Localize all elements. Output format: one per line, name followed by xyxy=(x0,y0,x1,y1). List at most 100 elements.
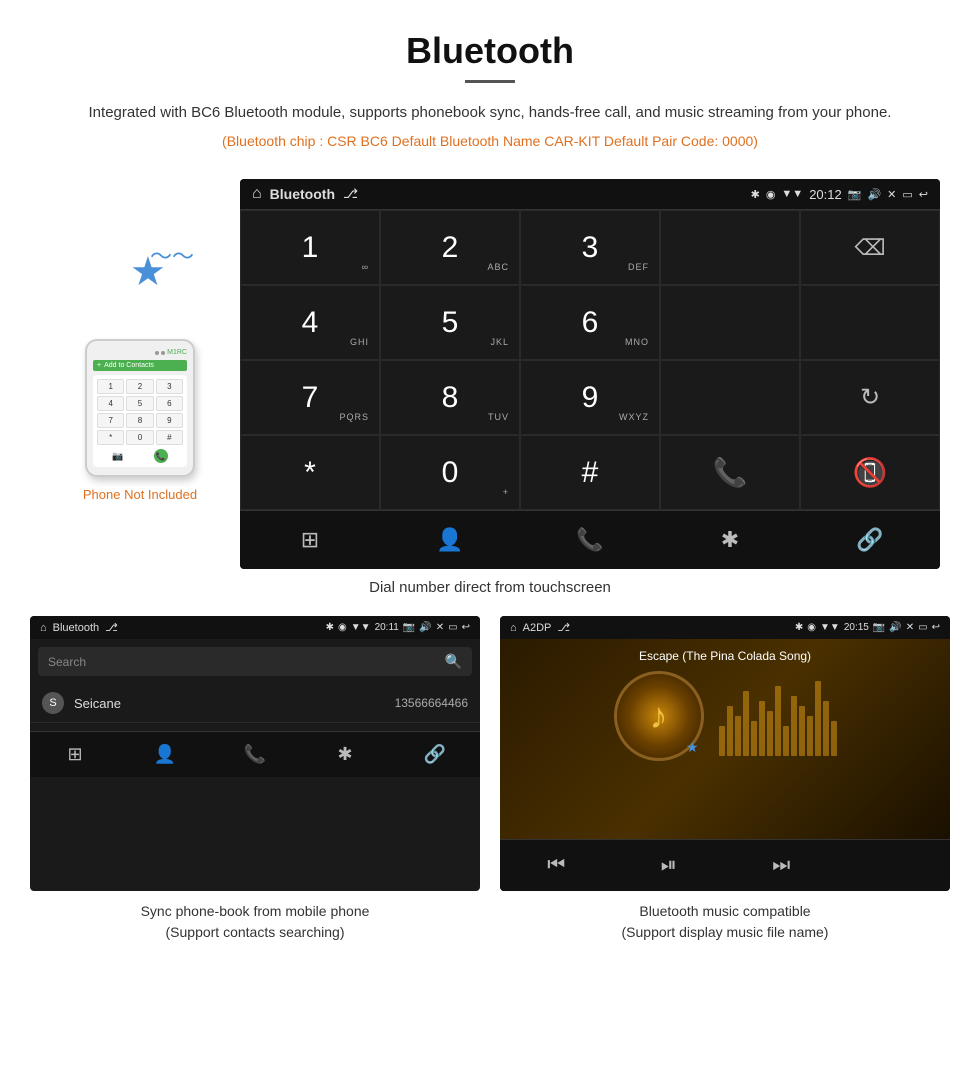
hu-close-icon[interactable]: ✕ xyxy=(887,188,896,201)
eq-bar xyxy=(807,716,813,756)
phone-key-5: 5 xyxy=(126,396,153,411)
hu-status-bar: ⌂ Bluetooth ⎇ ✱ ◉ ▼▼ 20:12 📷 🔊 ✕ ▭ ↩ xyxy=(240,179,940,209)
hu-status-left: ⌂ Bluetooth ⎇ xyxy=(252,185,358,203)
bottom-panels: ⌂ Bluetooth ⎇ ✱ ◉ ▼▼ 20:11 📷 🔊 ✕ ▭ ↩ Sea… xyxy=(0,616,980,891)
music-eq-bars xyxy=(719,676,837,756)
music-signal-icon: ▼▼ xyxy=(820,622,840,633)
pb-title: Bluetooth xyxy=(53,622,99,634)
pb-win-icon[interactable]: ▭ xyxy=(448,622,457,633)
hu-bottom-bar: ⊞ 👤 📞 ✱ 🔗 xyxy=(240,510,940,569)
eq-bar xyxy=(831,721,837,756)
dial-empty-2 xyxy=(660,285,800,360)
music-close-icon[interactable]: ✕ xyxy=(906,622,914,633)
phone-key-2: 2 xyxy=(126,379,153,394)
pb-bt-bottom-icon[interactable]: ✱ xyxy=(300,732,390,777)
phone-dot xyxy=(155,351,159,355)
dial-num: 4 xyxy=(302,306,319,340)
eq-bar xyxy=(799,706,805,756)
pb-link-icon[interactable]: 🔗 xyxy=(390,732,480,777)
dial-key-8[interactable]: 8 TUV xyxy=(380,360,520,435)
pb-status-bar: ⌂ Bluetooth ⎇ ✱ ◉ ▼▼ 20:11 📷 🔊 ✕ ▭ ↩ xyxy=(30,616,480,639)
phone-key-6: 6 xyxy=(156,396,183,411)
dial-call-key[interactable]: 📞 xyxy=(660,435,800,510)
pb-search-bar[interactable]: Search 🔍 xyxy=(38,647,472,676)
dial-delete-key[interactable]: ⌫ xyxy=(800,210,940,285)
dial-num: 2 xyxy=(442,231,459,265)
dial-num: 0 xyxy=(442,456,459,490)
hu-bt-icon: ✱ xyxy=(751,188,760,201)
dial-end-key[interactable]: 📵 xyxy=(800,435,940,510)
hu-window-icon[interactable]: ▭ xyxy=(902,188,912,201)
main-section: 〜〜 ★ M1RC + Add to Contacts 1 2 3 4 5 xyxy=(0,179,980,569)
hu-contacts-icon[interactable]: 👤 xyxy=(380,511,520,569)
dial-key-1[interactable]: 1 ∞ xyxy=(240,210,380,285)
phone-top-bar: M1RC xyxy=(93,349,187,356)
eq-bar xyxy=(719,726,725,756)
eq-bar xyxy=(791,696,797,756)
hu-bluetooth-icon[interactable]: ✱ xyxy=(660,511,800,569)
phone-key-9: 9 xyxy=(156,413,183,428)
phonebook-panel: ⌂ Bluetooth ⎇ ✱ ◉ ▼▼ 20:11 📷 🔊 ✕ ▭ ↩ Sea… xyxy=(30,616,480,891)
phone-bottom-row: 📷 📞 xyxy=(97,449,183,463)
dial-empty-1 xyxy=(660,210,800,285)
dial-key-star[interactable]: * xyxy=(240,435,380,510)
dial-key-5[interactable]: 5 JKL xyxy=(380,285,520,360)
dial-sub: ∞ xyxy=(362,262,369,272)
title-underline xyxy=(465,80,515,83)
eq-bar xyxy=(759,701,765,756)
phone-key-8: 8 xyxy=(126,413,153,428)
phone-carrier-label: M1RC xyxy=(167,349,187,356)
eq-bar xyxy=(815,681,821,756)
phone-keypad: 1 2 3 4 5 6 7 8 9 * 0 # 📷 📞 xyxy=(93,375,187,467)
music-back-icon[interactable]: ↩ xyxy=(932,622,940,633)
music-content: Escape (The Pina Colada Song) ♪ ★ xyxy=(500,639,950,839)
music-next-button[interactable]: ⏭ xyxy=(725,840,838,891)
hu-back-icon[interactable]: ↩ xyxy=(919,188,928,201)
music-prev-button[interactable]: ⏮ xyxy=(500,840,613,891)
hu-status-right: ✱ ◉ ▼▼ 20:12 📷 🔊 ✕ ▭ ↩ xyxy=(751,187,928,202)
dial-key-9[interactable]: 9 WXYZ xyxy=(520,360,660,435)
add-contacts-label: Add to Contacts xyxy=(104,362,154,369)
pb-contact-letter: S xyxy=(42,692,64,714)
dial-grid: 1 ∞ 2 ABC 3 DEF ⌫ 4 GHI 5 JKL xyxy=(240,209,940,510)
pb-phone-icon[interactable]: 📞 xyxy=(210,732,300,777)
eq-bar xyxy=(775,686,781,756)
music-play-pause-button[interactable]: ⏯ xyxy=(613,840,726,891)
dial-key-2[interactable]: 2 ABC xyxy=(380,210,520,285)
hu-link-icon[interactable]: 🔗 xyxy=(800,511,940,569)
hu-phone-icon[interactable]: 📞 xyxy=(520,511,660,569)
pb-bottom-bar: ⊞ 👤 📞 ✱ 🔗 xyxy=(30,731,480,777)
pb-home-icon[interactable]: ⌂ xyxy=(40,622,47,634)
dial-key-3[interactable]: 3 DEF xyxy=(520,210,660,285)
phone-keypad-grid: 1 2 3 4 5 6 7 8 9 * 0 # xyxy=(97,379,183,445)
dial-sub: JKL xyxy=(490,337,509,347)
hu-apps-icon[interactable]: ⊞ xyxy=(240,511,380,569)
pb-close-icon[interactable]: ✕ xyxy=(436,622,444,633)
dial-key-6[interactable]: 6 MNO xyxy=(520,285,660,360)
music-extra-button[interactable] xyxy=(838,840,951,891)
delete-icon: ⌫ xyxy=(854,235,885,261)
dial-sub: ABC xyxy=(487,262,509,272)
hu-home-icon[interactable]: ⌂ xyxy=(252,185,262,203)
dial-key-7[interactable]: 7 PQRS xyxy=(240,360,380,435)
dial-key-hash[interactable]: # xyxy=(520,435,660,510)
page-header: Bluetooth Integrated with BC6 Bluetooth … xyxy=(0,0,980,179)
music-win-icon[interactable]: ▭ xyxy=(918,622,927,633)
music-title: A2DP xyxy=(523,622,552,634)
pb-back-icon[interactable]: ↩ xyxy=(462,622,470,633)
dial-num: # xyxy=(582,456,599,490)
page-title: Bluetooth xyxy=(20,30,960,72)
music-loc-icon: ◉ xyxy=(807,622,816,633)
pb-user-icon[interactable]: 👤 xyxy=(120,732,210,777)
music-home-icon[interactable]: ⌂ xyxy=(510,622,517,634)
pb-apps-icon[interactable]: ⊞ xyxy=(30,732,120,777)
phone-call-button[interactable]: 📞 xyxy=(154,449,168,463)
bottom-captions: Sync phone-book from mobile phone(Suppor… xyxy=(0,891,980,963)
dial-num: 6 xyxy=(582,306,599,340)
pb-cam-icon: 📷 xyxy=(403,622,415,633)
dial-key-0[interactable]: 0 + xyxy=(380,435,520,510)
dial-key-4[interactable]: 4 GHI xyxy=(240,285,380,360)
dial-refresh-key[interactable]: ↻ xyxy=(800,360,940,435)
music-song-title: Escape (The Pina Colada Song) xyxy=(639,649,811,663)
dial-sub: + xyxy=(503,487,509,497)
